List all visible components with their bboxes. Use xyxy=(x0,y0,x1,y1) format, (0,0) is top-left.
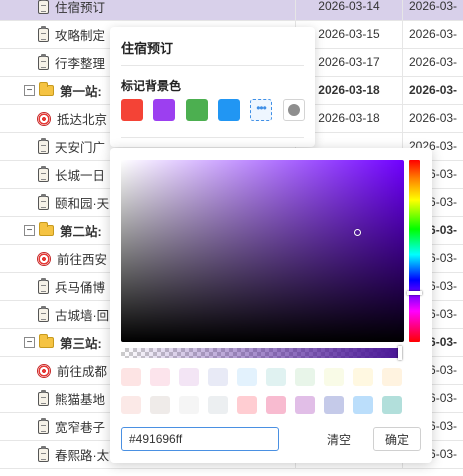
preset-color-swatch[interactable] xyxy=(179,396,199,414)
saturation-cursor[interactable] xyxy=(354,229,361,236)
task-name: 颐和园·天 xyxy=(55,197,110,211)
target-icon xyxy=(37,363,51,378)
folder-icon xyxy=(39,222,54,236)
preset-color-swatch[interactable] xyxy=(208,396,228,414)
task-name: 古城墙·回 xyxy=(55,309,110,323)
task-name: 兵马俑博 xyxy=(55,281,106,295)
end-date-cell: 2026-03- xyxy=(402,77,463,104)
alpha-slider-thumb[interactable] xyxy=(398,346,402,360)
popup-divider xyxy=(121,65,304,66)
preset-color-swatch[interactable] xyxy=(179,368,199,386)
task-name: 天安门广 xyxy=(55,141,106,155)
task-property-popup: 住宿预订 标记背景色 ••• xyxy=(110,27,315,147)
preset-color-swatch[interactable] xyxy=(382,396,402,414)
task-name: 攻略制定 xyxy=(55,29,106,43)
clipboard-icon xyxy=(38,389,49,406)
preset-color-swatch[interactable] xyxy=(353,368,373,386)
task-name: 第二站: xyxy=(60,225,102,239)
preset-color-swatch[interactable] xyxy=(121,368,141,386)
clipboard-icon xyxy=(38,277,49,294)
clipboard-icon xyxy=(38,25,49,42)
preset-color-swatch[interactable] xyxy=(324,396,344,414)
swatch-purple[interactable] xyxy=(153,99,175,121)
task-name: 前往成都 xyxy=(57,365,108,379)
folder-icon xyxy=(39,334,54,348)
collapse-toggle-icon[interactable]: − xyxy=(24,85,35,96)
collapse-toggle-icon[interactable]: − xyxy=(24,225,35,236)
more-dots-icon: ••• xyxy=(256,101,267,115)
preset-color-swatch[interactable] xyxy=(150,396,170,414)
end-date-cell: 2026-03- xyxy=(402,105,463,132)
collapse-toggle-icon[interactable]: − xyxy=(24,337,35,348)
clipboard-icon xyxy=(38,165,49,182)
task-name-cell: 住宿预订 xyxy=(0,0,295,20)
task-name: 第一站: xyxy=(60,85,102,99)
preset-color-swatch[interactable] xyxy=(295,396,315,414)
end-date-cell: 2026-03- xyxy=(402,49,463,76)
hue-slider-thumb[interactable] xyxy=(407,291,422,295)
clipboard-icon xyxy=(38,305,49,322)
preset-color-swatch[interactable] xyxy=(266,396,286,414)
background-color-label: 标记背景色 xyxy=(121,79,182,93)
color-picker-popup: 清空 确定 xyxy=(110,148,432,463)
preset-color-swatch[interactable] xyxy=(353,396,373,414)
preset-color-swatch[interactable] xyxy=(382,368,402,386)
target-icon xyxy=(37,111,51,126)
no-color-icon xyxy=(288,104,300,116)
task-row[interactable]: 住宿预订 2026-03-14 2026-03- xyxy=(0,0,463,21)
popup-title: 住宿预订 xyxy=(121,41,174,56)
start-date-cell: 2026-03-14 xyxy=(295,0,402,20)
preset-color-swatch[interactable] xyxy=(324,368,344,386)
hex-color-input[interactable] xyxy=(121,427,279,451)
hue-slider[interactable] xyxy=(409,160,420,342)
end-date-cell: 2026-03- xyxy=(402,21,463,48)
preset-color-swatch[interactable] xyxy=(150,368,170,386)
clipboard-icon xyxy=(38,137,49,154)
clipboard-icon xyxy=(38,193,49,210)
target-icon xyxy=(37,251,51,266)
task-name: 宽窄巷子 xyxy=(55,421,106,435)
preset-color-swatch[interactable] xyxy=(266,368,286,386)
task-name: 前往西安 xyxy=(57,253,108,267)
clipboard-icon xyxy=(38,53,49,70)
clipboard-icon xyxy=(38,445,49,462)
more-colors-button[interactable]: ••• xyxy=(250,99,272,121)
saturation-value-area[interactable] xyxy=(121,160,404,342)
swatch-red[interactable] xyxy=(121,99,143,121)
clear-color-button[interactable] xyxy=(283,99,305,121)
task-name: 住宿预订 xyxy=(55,1,106,15)
task-name: 行李整理 xyxy=(55,57,106,71)
alpha-slider[interactable] xyxy=(121,348,400,358)
preset-color-swatch[interactable] xyxy=(121,396,141,414)
task-name: 抵达北京 xyxy=(57,113,108,127)
preset-color-swatch[interactable] xyxy=(237,396,257,414)
task-name: 第三站: xyxy=(60,337,102,351)
clipboard-icon xyxy=(38,0,49,14)
preset-color-swatch[interactable] xyxy=(295,368,315,386)
preset-color-swatch[interactable] xyxy=(237,368,257,386)
clear-button[interactable]: 清空 xyxy=(316,427,362,451)
end-date-cell: 2026-03- xyxy=(402,0,463,20)
popup-divider-bottom xyxy=(121,137,304,138)
clipboard-icon xyxy=(38,417,49,434)
folder-icon xyxy=(39,82,54,96)
task-name: 长城一日 xyxy=(55,169,106,183)
task-name: 熊猫基地 xyxy=(55,393,106,407)
swatch-blue[interactable] xyxy=(218,99,240,121)
swatch-green[interactable] xyxy=(186,99,208,121)
confirm-button[interactable]: 确定 xyxy=(373,427,421,451)
preset-color-swatch[interactable] xyxy=(208,368,228,386)
